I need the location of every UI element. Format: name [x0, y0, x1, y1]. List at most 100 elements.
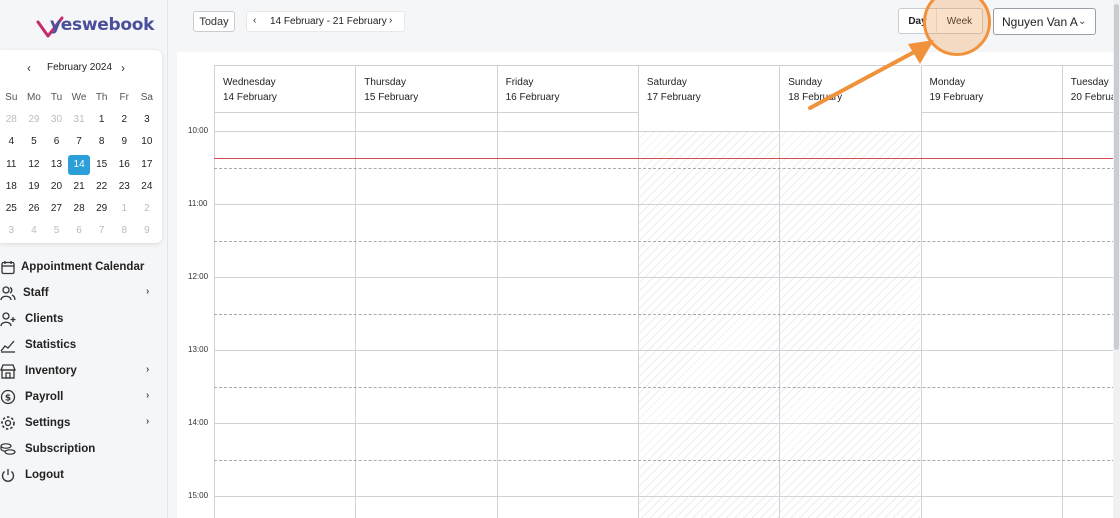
chart-line-icon — [0, 340, 15, 353]
mini-calendar-day[interactable]: 25 — [0, 199, 23, 219]
mini-calendar-prev-button[interactable]: ‹ — [27, 61, 31, 75]
mini-calendar-day[interactable]: 5 — [45, 221, 68, 241]
weekday-label: Su — [5, 92, 18, 104]
mini-calendar-day[interactable]: 18 — [0, 177, 23, 197]
mini-calendar-day[interactable]: 3 — [136, 110, 159, 130]
sidebar-item-appointment-calendar[interactable]: Appointment Calendar — [0, 254, 168, 280]
mini-calendar-day[interactable]: 21 — [68, 177, 91, 197]
day-date: 15 February — [364, 92, 419, 103]
mini-calendar-day[interactable]: 31 — [68, 110, 91, 130]
mini-calendar-week: 11 12 13 14 15 16 17 — [0, 154, 162, 176]
day-header[interactable]: Wednesday 14 February — [214, 65, 356, 113]
chevron-right-icon: › — [146, 286, 150, 297]
mini-calendar-day[interactable]: 9 — [113, 132, 136, 152]
mini-calendar-day[interactable]: 13 — [45, 155, 68, 175]
gear-icon — [1, 416, 15, 430]
sidebar-item-label: Appointment Calendar — [21, 261, 145, 273]
mini-calendar-day[interactable]: 23 — [113, 177, 136, 197]
mini-calendar-day[interactable]: 16 — [113, 155, 136, 175]
mini-calendar-day[interactable]: 26 — [23, 199, 46, 219]
mini-calendar-day[interactable]: 6 — [45, 132, 68, 152]
mini-calendar-day[interactable]: 4 — [23, 221, 46, 241]
mini-calendar-day[interactable]: 27 — [45, 199, 68, 219]
mini-calendar-day[interactable]: 4 — [0, 132, 23, 152]
mini-calendar-day[interactable]: 3 — [0, 221, 23, 241]
day-column[interactable] — [920, 113, 1062, 518]
weekday-label: We — [71, 92, 87, 104]
sidebar-item-statistics[interactable]: Statistics — [0, 332, 168, 358]
sidebar-item-inventory[interactable]: Inventory › — [0, 358, 168, 384]
time-grid[interactable]: 10:00 11:00 12:00 13:00 14:00 15:00 — [177, 113, 1120, 518]
sidebar-item-label: Subscription — [25, 443, 96, 455]
day-name: Thursday — [364, 77, 406, 88]
mini-calendar-day[interactable]: 1 — [90, 110, 113, 130]
day-name: Saturday — [646, 77, 687, 88]
mini-calendar-week: 18 19 20 21 22 23 24 — [0, 176, 162, 198]
sidebar-item-settings[interactable]: Settings › — [0, 410, 168, 436]
mini-calendar-day[interactable]: 11 — [0, 155, 23, 175]
date-range-label: 14 February - 21 February — [270, 16, 387, 27]
mini-calendar-day[interactable]: 8 — [113, 221, 136, 241]
mini-calendar-day[interactable]: 12 — [23, 155, 46, 175]
mini-calendar-day[interactable]: 9 — [136, 221, 159, 241]
day-headers: Wednesday 14 February Thursday 15 February F… — [177, 65, 1120, 132]
day-column[interactable] — [355, 113, 496, 518]
sidebar-item-label: Payroll — [25, 391, 64, 403]
mini-calendar-day[interactable]: 20 — [45, 177, 68, 197]
day-column[interactable] — [1061, 113, 1120, 518]
sidebar-item-subscription[interactable]: Subscription — [0, 436, 168, 462]
mini-calendar-day[interactable]: 15 — [90, 155, 113, 175]
day-header[interactable]: Monday 19 February — [920, 65, 1062, 113]
mini-calendar-day[interactable]: 30 — [45, 110, 68, 130]
sidebar-item-payroll[interactable]: $ Payroll › — [0, 384, 168, 410]
hour-line — [214, 350, 1120, 351]
mini-calendar-day[interactable]: 7 — [68, 132, 91, 152]
sidebar-item-staff[interactable]: Staff › — [0, 280, 168, 306]
mini-calendar-day[interactable]: 2 — [136, 199, 159, 219]
chevron-right-icon: › — [146, 390, 150, 401]
day-column[interactable] — [496, 113, 638, 518]
mini-calendar-day[interactable]: 2 — [113, 110, 136, 130]
mini-calendar-day[interactable]: 22 — [90, 177, 113, 197]
mini-calendar-day[interactable]: 29 — [23, 110, 46, 130]
time-label: 11:00 — [188, 199, 208, 208]
mini-calendar-day[interactable]: 19 — [23, 177, 46, 197]
time-label: 12:00 — [188, 272, 209, 281]
scrollbar[interactable] — [1113, 0, 1120, 518]
today-button[interactable]: Today — [193, 11, 235, 32]
day-column[interactable] — [214, 113, 355, 518]
mini-calendar-day[interactable]: 24 — [136, 177, 159, 197]
mini-calendar-day[interactable]: 17 — [136, 155, 159, 175]
sidebar-item-label: Logout — [25, 469, 64, 481]
mini-calendar-next-button[interactable]: › — [121, 61, 125, 75]
mini-calendar-day[interactable]: 7 — [90, 221, 113, 241]
previous-week-button[interactable]: ‹ — [253, 15, 256, 26]
mini-calendar-day[interactable]: 5 — [23, 132, 46, 152]
staff-select[interactable]: Nguyen Van A ⌄ — [993, 8, 1096, 35]
mini-calendar-header: ‹ February 2024 › — [0, 61, 162, 76]
mini-calendar-day[interactable]: 8 — [90, 132, 113, 152]
mini-calendar-day-selected[interactable]: 14 — [67, 154, 91, 175]
logo[interactable]: yeswebook — [36, 12, 154, 42]
day-header[interactable]: Friday 16 February — [496, 65, 638, 113]
mini-calendar-day[interactable]: 28 — [0, 110, 23, 130]
day-date: 16 February — [505, 92, 560, 103]
day-header[interactable]: Tuesday 20 February — [1061, 65, 1120, 113]
mini-calendar-day[interactable]: 29 — [90, 199, 113, 219]
day-header[interactable]: Thursday 15 February — [355, 65, 497, 113]
sidebar-item-clients[interactable]: Clients — [0, 306, 168, 332]
sidebar-item-label: Settings — [25, 417, 71, 429]
mini-calendar-day[interactable]: 1 — [113, 199, 136, 219]
hour-line — [214, 131, 1120, 132]
mini-calendar-day[interactable]: 10 — [136, 132, 159, 152]
mini-calendar-day[interactable]: 28 — [68, 199, 91, 219]
app-window: yeswebook ‹ February 2024 › Su Mo Tu We Th Fr… — [0, 0, 1120, 518]
user-plus-icon — [0, 312, 16, 327]
date-range-navigator: ‹ 14 February - 21 February › — [246, 11, 405, 32]
scrollbar-thumb[interactable] — [1114, 4, 1119, 350]
current-time-line — [214, 158, 1120, 159]
sidebar-item-logout[interactable]: Logout — [0, 462, 168, 488]
power-icon — [1, 469, 15, 482]
next-week-button[interactable]: › — [389, 15, 392, 26]
mini-calendar-day[interactable]: 6 — [68, 221, 91, 241]
